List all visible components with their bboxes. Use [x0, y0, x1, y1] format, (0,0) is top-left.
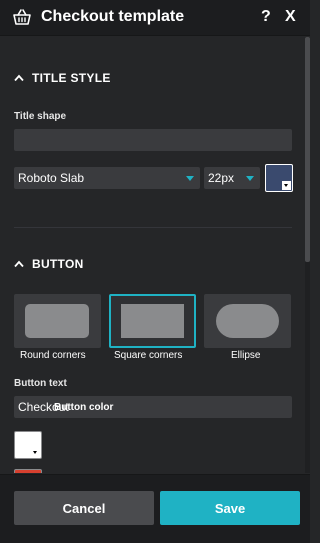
title-shape-input[interactable] — [14, 129, 292, 151]
help-button[interactable]: ? — [261, 8, 271, 26]
scrollbar-thumb[interactable] — [305, 37, 310, 262]
shape-option-round-corners[interactable] — [14, 294, 101, 348]
button-section-toggle[interactable]: BUTTON — [14, 257, 84, 271]
panel-header: Checkout template ? X — [0, 0, 310, 36]
next-color-picker[interactable] — [14, 469, 42, 473]
button-color-picker[interactable] — [14, 431, 42, 459]
button-heading: BUTTON — [32, 257, 84, 271]
button-text-label: Button text — [14, 378, 67, 389]
panel-title: Checkout template — [41, 8, 185, 25]
round-corners-preview — [25, 304, 89, 338]
dropdown-arrow-icon — [31, 448, 40, 457]
shape-option-square-corners[interactable] — [109, 294, 196, 348]
save-button[interactable]: Save — [160, 491, 300, 525]
basket-icon — [13, 9, 31, 25]
title-style-section-toggle[interactable]: TITLE STYLE — [14, 71, 111, 85]
title-style-heading: TITLE STYLE — [32, 71, 111, 85]
section-divider — [14, 227, 292, 228]
chevron-up-icon — [14, 74, 24, 82]
ellipse-preview — [216, 304, 279, 338]
font-family-select[interactable]: Roboto Slab — [14, 167, 200, 189]
scrollbar[interactable] — [305, 37, 310, 473]
panel-content: TITLE STYLE Title shape Roboto Slab 22px… — [0, 37, 304, 473]
shape-option-ellipse[interactable] — [204, 294, 291, 348]
button-color-label: Button color — [54, 402, 114, 413]
panel-footer: Cancel Save — [0, 474, 310, 543]
title-shape-label: Title shape — [14, 111, 67, 122]
square-corners-preview — [121, 304, 184, 338]
chevron-up-icon — [14, 260, 24, 268]
shape-label-ellipse: Ellipse — [231, 350, 261, 361]
dropdown-arrow-icon — [282, 181, 291, 190]
title-color-picker[interactable] — [265, 164, 293, 192]
cancel-button[interactable]: Cancel — [14, 491, 154, 525]
close-button[interactable]: X — [285, 8, 296, 26]
font-size-select[interactable]: 22px — [204, 167, 260, 189]
caret-down-icon — [186, 176, 194, 181]
caret-down-icon — [246, 176, 254, 181]
shape-label-square-corners: Square corners — [114, 350, 183, 361]
checkout-template-panel: Checkout template ? X TITLE STYLE Title … — [0, 0, 310, 543]
font-family-value: Roboto Slab — [18, 171, 85, 185]
font-size-value: 22px — [208, 171, 235, 185]
shape-label-round-corners: Round corners — [20, 350, 86, 361]
